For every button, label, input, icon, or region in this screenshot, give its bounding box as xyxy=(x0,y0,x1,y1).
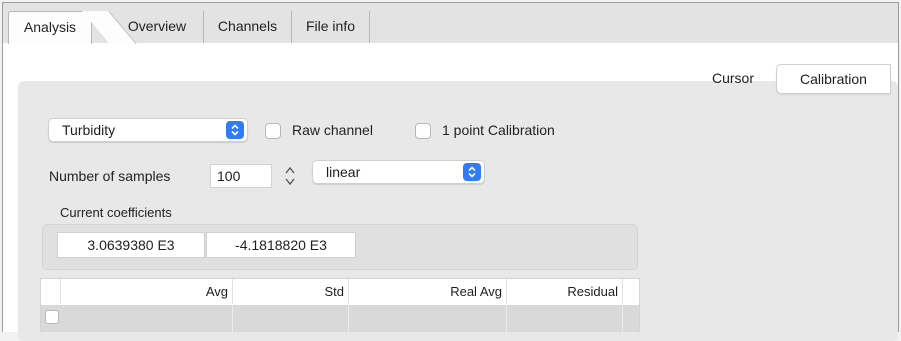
raw-channel-label: Raw channel xyxy=(292,122,373,138)
fit-select-value: linear xyxy=(326,164,361,180)
table-cell-real-avg xyxy=(349,305,507,332)
tab-file-info[interactable]: File info xyxy=(292,11,370,43)
updown-arrows-icon xyxy=(226,121,244,139)
samples-field[interactable]: 100 xyxy=(210,164,272,188)
samples-stepper[interactable] xyxy=(283,162,297,190)
column-header-avg[interactable]: Avg xyxy=(61,279,233,304)
tab-channels[interactable]: Channels xyxy=(204,11,292,43)
table-cell-std xyxy=(233,305,349,332)
coefficient-b-field[interactable]: -4.1818820 E3 xyxy=(206,232,356,258)
table-cell-avg xyxy=(61,305,233,332)
channel-select[interactable]: Turbidity xyxy=(48,118,248,142)
table-row[interactable] xyxy=(41,305,639,332)
tab-bar: Analysis Overview Channels File info xyxy=(3,3,898,44)
one-point-calibration-label: 1 point Calibration xyxy=(442,122,555,138)
column-header-residual[interactable]: Residual xyxy=(507,279,623,304)
channel-select-value: Turbidity xyxy=(62,122,116,138)
table-header-checkbox-col xyxy=(41,279,61,304)
coefficients-label: Current coefficients xyxy=(60,205,172,220)
fit-select[interactable]: linear xyxy=(312,160,485,184)
row-checkbox[interactable] xyxy=(45,310,59,324)
column-header-real-avg[interactable]: Real Avg xyxy=(349,279,507,304)
one-point-calibration-checkbox[interactable] xyxy=(415,123,431,139)
coefficient-a-field[interactable]: 3.0639380 E3 xyxy=(57,232,205,258)
samples-label: Number of samples xyxy=(49,168,171,184)
tab-analysis[interactable]: Analysis xyxy=(8,11,92,44)
subtab-cursor[interactable]: Cursor xyxy=(690,64,776,94)
updown-arrows-icon xyxy=(463,163,481,181)
column-header-std[interactable]: Std xyxy=(233,279,349,304)
subtab-calibration[interactable]: Calibration xyxy=(776,64,891,94)
raw-channel-checkbox[interactable] xyxy=(265,123,281,139)
table-cell-residual xyxy=(507,305,623,332)
calibration-table: Avg Std Real Avg Residual xyxy=(40,278,640,332)
